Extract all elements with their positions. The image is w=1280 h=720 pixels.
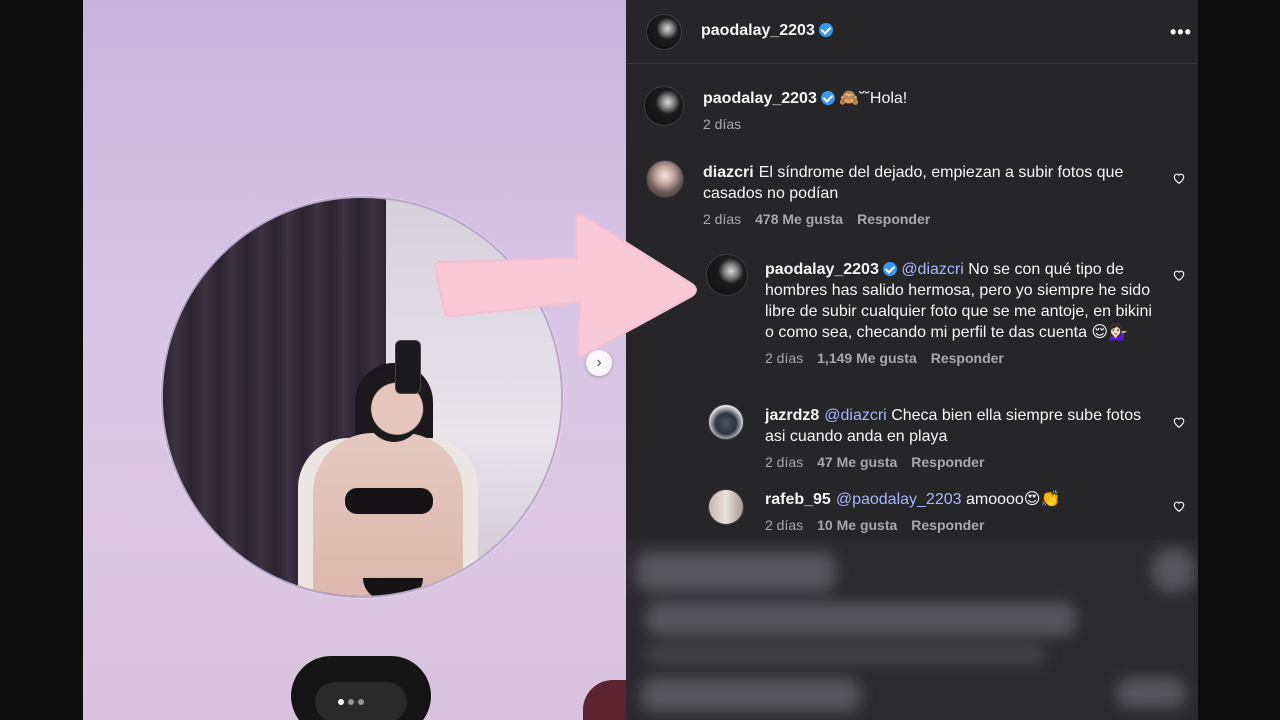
reply-likes[interactable]: 47 Me gusta (817, 454, 897, 470)
caption-username[interactable]: paodalay_2203 (703, 90, 817, 107)
reply-username[interactable]: rafeb_95 (765, 491, 831, 508)
heart-outline-icon (1173, 501, 1185, 512)
reply-button[interactable]: Responder (911, 517, 984, 533)
reply-age[interactable]: 2 días (765, 517, 803, 533)
caption-age[interactable]: 2 días (703, 116, 741, 132)
reply-text: Checa bien ella siempre sube fotos asi c… (765, 407, 1142, 445)
pink-arrow-annotation (434, 213, 697, 357)
mention-link[interactable]: @diazcri (824, 407, 886, 424)
reply-button[interactable]: Responder (911, 454, 984, 470)
like-comment-button[interactable] (1172, 171, 1186, 185)
like-comment-button[interactable] (1172, 268, 1186, 282)
reply-likes[interactable]: 10 Me gusta (817, 517, 897, 533)
comments-panel: paodalay_2203 ••• paodalay_2203 🙈˘˘Hola!… (626, 0, 1198, 720)
verified-badge-icon (882, 262, 897, 276)
verified-badge-icon (818, 23, 833, 37)
caption-text: ˘˘Hola! (859, 90, 908, 107)
reply-item: rafeb_95 @paodalay_2203 amoooo😍👏 2 días 1… (765, 489, 1155, 533)
post-header: paodalay_2203 ••• (626, 0, 1198, 64)
reply-age[interactable]: 2 días (765, 350, 803, 366)
like-comment-button[interactable] (1172, 499, 1186, 513)
heart-outline-icon (1173, 270, 1185, 281)
corner-object (583, 680, 626, 720)
comment-text: El síndrome del dejado, empiezan a subir… (703, 164, 1124, 202)
phone (395, 340, 421, 394)
like-comment-button[interactable] (1172, 415, 1186, 429)
reply-button[interactable]: Responder (931, 350, 1004, 366)
heart-outline-icon (1173, 417, 1185, 428)
reply-likes[interactable]: 1,149 Me gusta (817, 350, 917, 366)
heart-outline-icon (1173, 173, 1185, 184)
bikini-top (345, 488, 433, 514)
header-user: paodalay_2203 (701, 22, 833, 40)
reply-text: amoooo😍👏 (965, 491, 1061, 508)
header-avatar[interactable] (646, 14, 682, 50)
carousel-dot-2[interactable] (348, 699, 354, 705)
caption-emoji: 🙈 (839, 90, 860, 107)
comment-avatar[interactable] (646, 160, 684, 198)
blurred-area (626, 540, 1198, 720)
more-horizontal-icon: ••• (1170, 22, 1192, 42)
comment-likes[interactable]: 478 Me gusta (755, 211, 843, 227)
reply-username[interactable]: jazrdz8 (765, 407, 819, 424)
comment-username[interactable]: diazcri (703, 164, 754, 181)
post-caption: paodalay_2203 🙈˘˘Hola! 2 días (703, 88, 1153, 132)
more-options-button[interactable]: ••• (1170, 22, 1192, 43)
reply-avatar[interactable] (708, 489, 744, 525)
reply-item: paodalay_2203 @diazcri No se con qué tip… (765, 259, 1155, 366)
reply-item: jazrdz8 @diazcri Checa bien ella siempre … (765, 405, 1155, 470)
caption-avatar[interactable] (644, 86, 684, 126)
carousel-dot-3[interactable] (358, 699, 364, 705)
reply-button[interactable]: Responder (857, 211, 930, 227)
mention-link[interactable]: @paodalay_2203 (836, 491, 962, 508)
left-letterbox (0, 0, 83, 720)
mention-link[interactable]: @diazcri (901, 261, 963, 278)
verified-badge-icon (820, 91, 835, 105)
right-letterbox (1198, 0, 1280, 720)
reply-avatar[interactable] (708, 404, 744, 440)
post-photo: › (83, 0, 626, 720)
bikini-bottom (363, 578, 423, 596)
header-username[interactable]: paodalay_2203 (701, 22, 815, 39)
figure-body (313, 433, 463, 596)
reply-age[interactable]: 2 días (765, 454, 803, 470)
comment-item: diazcri El síndrome del dejado, empiezan … (703, 162, 1153, 227)
reply-username[interactable]: paodalay_2203 (765, 261, 879, 278)
carousel-dot-1[interactable] (338, 699, 344, 705)
carousel-dots (338, 699, 364, 705)
